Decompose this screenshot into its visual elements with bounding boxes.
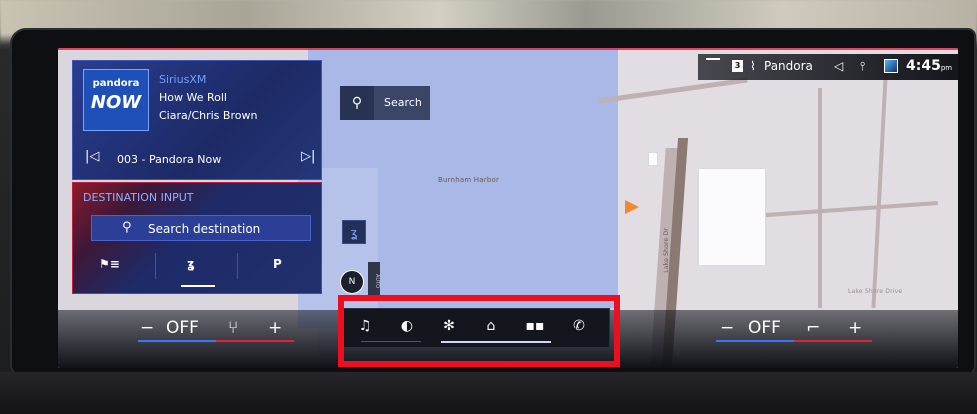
status-bar: 3 ⌇ Pandora ◁ ⫯ 4:45pm — [698, 54, 958, 80]
search-icon: ⚲ — [340, 86, 374, 120]
signal-icon: ⌇ — [750, 59, 756, 73]
logo-text-top: pandora — [92, 78, 140, 89]
status-source: Pandora — [764, 59, 813, 73]
search-icon: ⚲ — [122, 220, 132, 235]
volume-icon: ◁ — [834, 59, 844, 73]
right-climate-state[interactable]: OFF — [748, 318, 781, 338]
previous-track-icon[interactable]: |◁ — [85, 149, 99, 164]
compass-icon[interactable]: N — [340, 270, 364, 294]
water-label: Burnham Harbor — [438, 176, 500, 184]
clock: 4:45pm — [906, 58, 952, 74]
right-temp-indicator — [716, 340, 872, 342]
status-pill — [706, 58, 720, 60]
search-destination-label: Search destination — [148, 222, 261, 236]
left-temp-plus[interactable]: + — [268, 318, 282, 338]
route-icon[interactable]: ʓ — [187, 257, 195, 271]
pandora-now-logo: pandora NOW — [83, 69, 149, 131]
media-widget[interactable]: pandora NOW SiriusXM How We Roll Ciara/C… — [72, 60, 322, 180]
album-thumbnail — [884, 59, 898, 73]
right-temp-plus[interactable]: + — [848, 318, 862, 338]
divider — [155, 253, 156, 279]
parking-button[interactable]: P — [273, 257, 282, 271]
next-track-icon[interactable]: ▷| — [301, 149, 315, 164]
destination-flag-icon[interactable]: ⚑≡ — [99, 257, 120, 271]
top-accent-line — [58, 48, 958, 50]
route-toggle-icon[interactable]: ʓ — [342, 220, 366, 244]
street-label: Lake Shore Dr — [663, 228, 670, 273]
dashboard-trim — [0, 372, 977, 414]
microphone-icon: ⫯ — [860, 59, 866, 73]
divider — [237, 253, 238, 279]
left-temp-minus[interactable]: − — [140, 318, 154, 338]
media-source: SiriusXM — [159, 73, 207, 86]
destination-input-widget: DESTINATION INPUT ⚲ Search destination ⚑… — [72, 182, 322, 294]
vehicle-position-icon — [625, 200, 639, 214]
left-climate-state[interactable]: OFF — [166, 318, 199, 338]
map-building — [648, 152, 658, 166]
song-artist: Ciara/Chris Brown — [159, 109, 258, 122]
map-building — [698, 168, 766, 266]
highlight-box — [338, 295, 620, 367]
map-road — [818, 88, 822, 308]
logo-text-bottom: NOW — [90, 92, 142, 113]
song-title: How We Roll — [159, 91, 227, 104]
destination-title: DESTINATION INPUT — [83, 191, 194, 204]
page-indicator — [181, 285, 215, 287]
clock-time: 4:45 — [906, 58, 941, 74]
left-temp-indicator — [138, 340, 294, 342]
right-seat-heat-icon[interactable]: ⌐ — [806, 318, 820, 338]
track-name: 003 - Pandora Now — [117, 153, 222, 166]
right-temp-minus[interactable]: − — [720, 318, 734, 338]
map-search-label: Search — [384, 96, 422, 109]
clock-suffix: pm — [940, 64, 953, 72]
profile-badge: 3 — [732, 60, 743, 72]
corner-street-label: Lake Shore Drive — [848, 288, 903, 295]
search-destination-button[interactable]: ⚲ Search destination — [91, 215, 311, 241]
left-seat-heat-icon[interactable]: ⑂ — [228, 318, 238, 338]
car-display-scene: Burnham Harbor Lake Shore Dr Lake Shore … — [0, 0, 977, 414]
map-search-button[interactable]: ⚲ Search — [340, 86, 430, 120]
